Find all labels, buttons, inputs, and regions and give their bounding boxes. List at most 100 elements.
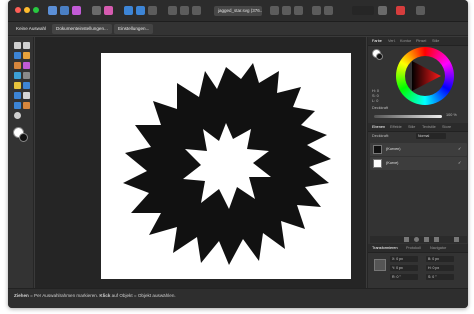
move-tool-icon[interactable] xyxy=(14,42,21,49)
document-tab[interactable]: jagged_star.svg (376... xyxy=(214,6,262,16)
layer-visible-checkmark-icon[interactable]: ✓ xyxy=(458,160,461,165)
fill-tool-icon[interactable] xyxy=(23,62,30,69)
status-bar: Ziehen = Per Auswahlrahmen markieren. Kl… xyxy=(8,288,468,308)
layer-visible-checkmark-icon[interactable]: ✓ xyxy=(458,146,461,151)
layer-mask-icon[interactable] xyxy=(404,237,409,242)
adjustment-icon[interactable] xyxy=(414,237,419,242)
text-tool-icon[interactable] xyxy=(23,92,30,99)
jagged-star-shape[interactable] xyxy=(101,53,351,279)
layer-row[interactable]: (Kurven) ✓ xyxy=(370,143,467,156)
shape-tool-icon[interactable] xyxy=(14,82,21,89)
context-toolbar: Keine Auswahl Dokumenteinstellungen... E… xyxy=(8,22,468,36)
boolean-intersect-icon[interactable] xyxy=(294,6,303,15)
layer-row[interactable]: (Kurve) ✓ xyxy=(370,157,467,170)
opacity-label: Deckkraft xyxy=(372,106,389,110)
rotation-field[interactable]: R: 0 ° xyxy=(390,274,418,280)
status-click-text: auf Objekt = Objekt auswählen. xyxy=(110,293,176,298)
tab-layers[interactable]: Ebenen xyxy=(372,123,385,132)
flip-icon[interactable] xyxy=(312,6,321,15)
color-wheel[interactable] xyxy=(396,47,454,105)
color-panel-tabs: Farbe Verl. Kontur Pinsel Stile xyxy=(368,37,468,46)
ellipse-tool-icon[interactable] xyxy=(14,92,21,99)
tab-navigator[interactable]: Navigator xyxy=(430,244,446,253)
panel-stroke-swatch[interactable] xyxy=(376,53,383,60)
saturation-value: S: 0 xyxy=(372,94,379,98)
geometry-icon[interactable] xyxy=(180,6,189,15)
export-persona-icon[interactable] xyxy=(72,6,81,15)
crop-tool-icon[interactable] xyxy=(23,72,30,79)
hue-value: H: 0 xyxy=(372,89,379,93)
transparency-tool-icon[interactable] xyxy=(14,72,21,79)
layer-actions-bar xyxy=(370,236,467,243)
tab-text-styles[interactable]: Textstile xyxy=(422,123,436,132)
zoom-window-button[interactable] xyxy=(33,7,39,13)
opacity-value: 100 % xyxy=(446,113,457,117)
zoom-tool-icon[interactable] xyxy=(14,112,21,119)
grid-icon[interactable] xyxy=(92,6,101,15)
tab-color[interactable]: Farbe xyxy=(372,37,382,46)
lightness-value: L: 0 xyxy=(372,99,379,103)
status-click-label: Klick xyxy=(99,293,111,298)
tab-transform[interactable]: Transformieren xyxy=(372,244,398,253)
opacity-slider[interactable] xyxy=(374,115,442,118)
blend-mode-select[interactable]: Normal xyxy=(416,133,446,139)
no-selection-label: Keine Auswahl xyxy=(16,26,47,31)
status-drag-text: = Per Auswahlrahmen markieren. xyxy=(28,293,100,298)
close-window-button[interactable] xyxy=(15,7,21,13)
x-field[interactable]: X: 0 px xyxy=(390,256,418,262)
preferences-button[interactable]: Einstellungen... xyxy=(114,24,154,34)
hand-tool-icon[interactable] xyxy=(23,102,30,109)
align-icon[interactable] xyxy=(136,6,145,15)
tab-brushes[interactable]: Pinsel xyxy=(416,37,426,46)
canvas[interactable] xyxy=(35,37,366,288)
shear-field[interactable]: S: 0 ° xyxy=(426,274,454,280)
layer-opacity-label: Deckkraft: xyxy=(372,134,390,138)
fill-icon[interactable] xyxy=(378,6,387,15)
stroke-width-field[interactable] xyxy=(352,6,374,15)
rotate-icon[interactable] xyxy=(324,6,333,15)
artistic-text-tool-icon[interactable] xyxy=(14,102,21,109)
minimize-window-button[interactable] xyxy=(24,7,30,13)
height-field[interactable]: H: 0 px xyxy=(426,265,454,271)
brush-tool-icon[interactable] xyxy=(14,62,21,69)
rectangle-tool-icon[interactable] xyxy=(23,82,30,89)
add-layer-icon[interactable] xyxy=(434,237,439,242)
color-icon[interactable] xyxy=(104,6,113,15)
transform-icon[interactable] xyxy=(148,6,157,15)
width-field[interactable]: B: 0 px xyxy=(426,256,454,262)
artboard[interactable] xyxy=(101,53,351,279)
order-icon[interactable] xyxy=(192,6,201,15)
tab-layer-styles[interactable]: Stile xyxy=(408,123,415,132)
pixel-persona-icon[interactable] xyxy=(60,6,69,15)
transform-panel-tabs: Transformieren Protokoll Navigator xyxy=(368,244,468,253)
stroke-color-icon[interactable] xyxy=(396,6,405,15)
anchor-selector[interactable] xyxy=(374,259,386,271)
tab-store[interactable]: Store xyxy=(442,123,451,132)
tab-stroke[interactable]: Kontur xyxy=(400,37,411,46)
effects-icon[interactable] xyxy=(424,237,429,242)
tab-styles[interactable]: Stile xyxy=(432,37,439,46)
node-tool-icon[interactable] xyxy=(23,42,30,49)
layer-name[interactable]: (Kurven) xyxy=(386,147,401,151)
boolean-subtract-icon[interactable] xyxy=(282,6,291,15)
delete-layer-icon[interactable] xyxy=(454,237,459,242)
tab-effects[interactable]: Effekte xyxy=(390,123,402,132)
layer-thumbnail xyxy=(373,145,382,154)
assistant-icon[interactable] xyxy=(416,6,425,15)
snapping-icon[interactable] xyxy=(124,6,133,15)
document-settings-button[interactable]: Dokumenteinstellungen... xyxy=(52,24,112,34)
designer-persona-icon[interactable] xyxy=(48,6,57,15)
arrange-icon[interactable] xyxy=(168,6,177,15)
layer-name[interactable]: (Kurve) xyxy=(386,161,398,165)
tab-history[interactable]: Protokoll xyxy=(406,244,421,253)
color-triangle[interactable] xyxy=(396,47,454,105)
boolean-add-icon[interactable] xyxy=(270,6,279,15)
layers-panel-tabs: Ebenen Effekte Stile Textstile Store xyxy=(368,123,468,132)
pencil-tool-icon[interactable] xyxy=(23,52,30,59)
right-panel: Farbe Verl. Kontur Pinsel Stile H: 0 S: … xyxy=(367,37,468,288)
stroke-swatch[interactable] xyxy=(19,133,28,142)
tab-gradient[interactable]: Verl. xyxy=(388,37,396,46)
tools-panel xyxy=(8,37,34,288)
y-field[interactable]: Y: 0 px xyxy=(390,265,418,271)
pen-tool-icon[interactable] xyxy=(14,52,21,59)
